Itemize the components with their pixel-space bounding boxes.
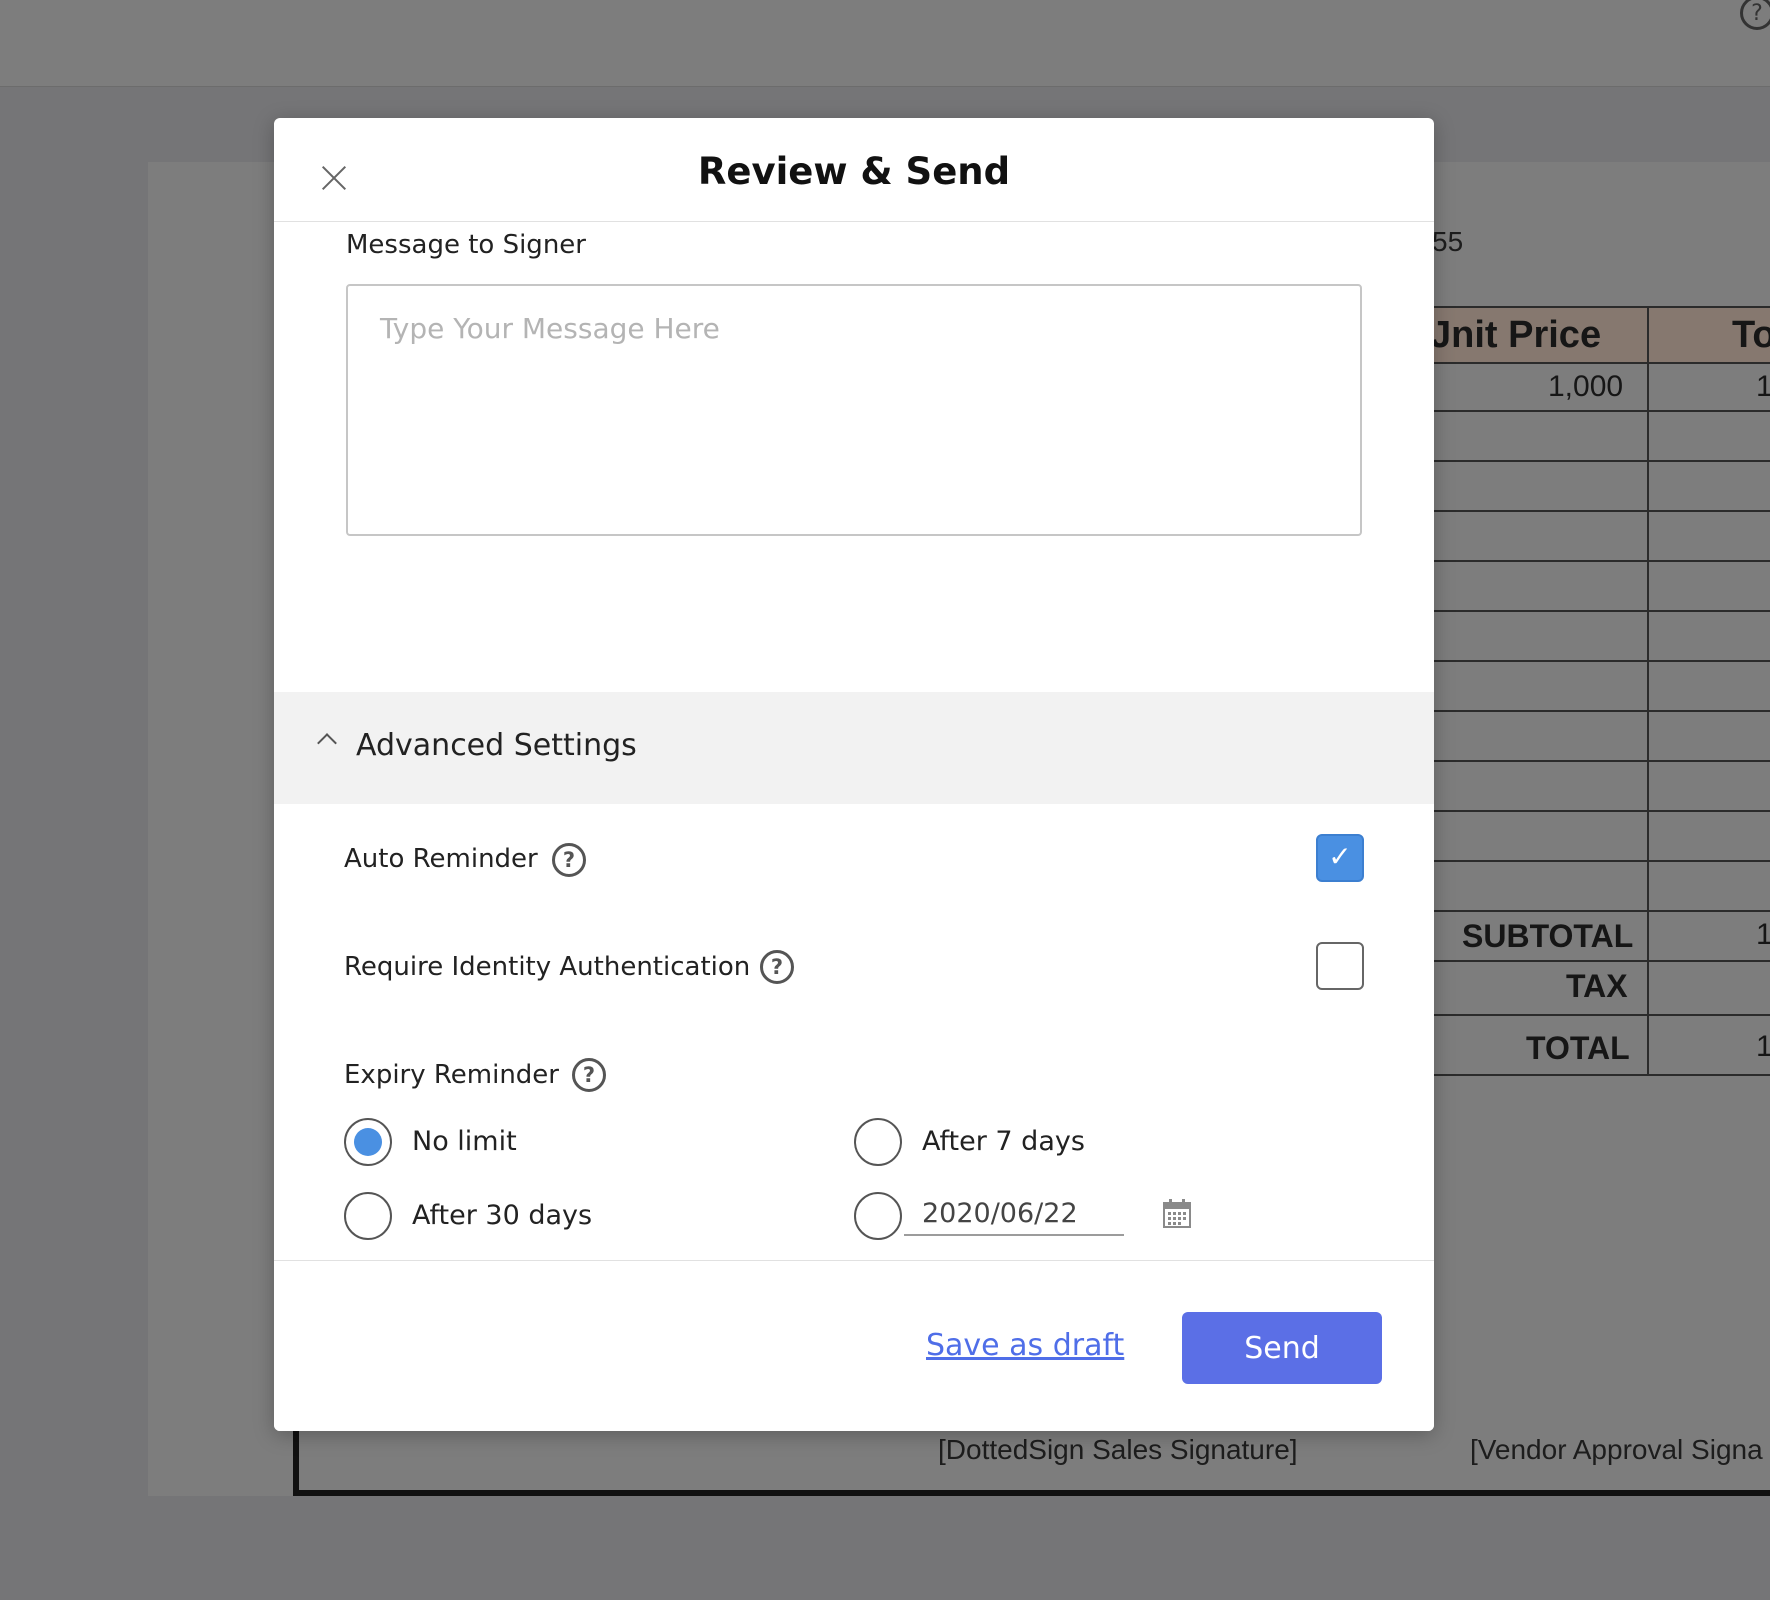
- review-send-dialog: Review & Send Message to Signer Advanced…: [274, 118, 1434, 1431]
- auto-reminder-help-icon[interactable]: ?: [552, 843, 586, 877]
- table-row-line: [1434, 710, 1770, 712]
- table-row-line: [1434, 362, 1770, 364]
- table-row-line: [1434, 460, 1770, 462]
- table-row-line: [1434, 306, 1770, 308]
- table-row-line: [1434, 410, 1770, 412]
- document-number-fragment: 55: [1432, 226, 1464, 257]
- message-label: Message to Signer: [346, 230, 586, 260]
- send-button[interactable]: Send: [1182, 1312, 1382, 1384]
- document-vendor-signature: [Vendor Approval Signa: [1470, 1434, 1763, 1465]
- document-subtotal-value: 1: [1756, 918, 1770, 951]
- identity-auth-label: Require Identity Authentication: [344, 952, 751, 982]
- expiry-option-7-days-label[interactable]: After 7 days: [922, 1126, 1085, 1157]
- document-total-label: TOTAL: [1526, 1030, 1630, 1066]
- table-row-line: [1434, 810, 1770, 812]
- document-total-value: 1: [1756, 1030, 1770, 1063]
- expiry-option-7-days-radio[interactable]: [854, 1118, 902, 1166]
- document-subtotal-label: SUBTOTAL: [1462, 918, 1634, 954]
- identity-auth-help-icon[interactable]: ?: [760, 950, 794, 984]
- dialog-title: Review & Send: [697, 150, 1011, 193]
- document-total-cell: 1: [1756, 370, 1770, 403]
- table-row-line: [1434, 560, 1770, 562]
- expiry-reminder-label: Expiry Reminder: [344, 1060, 559, 1090]
- table-row-line: [1434, 610, 1770, 612]
- message-input[interactable]: [346, 284, 1362, 536]
- expiry-option-no-limit-radio[interactable]: [344, 1118, 392, 1166]
- document-sales-signature: [DottedSign Sales Signature]: [938, 1434, 1298, 1465]
- identity-auth-checkbox[interactable]: [1316, 942, 1364, 990]
- chevron-up-icon: [317, 733, 337, 753]
- expiry-reminder-help-icon[interactable]: ?: [572, 1058, 606, 1092]
- expiry-date-input[interactable]: [904, 1192, 1124, 1236]
- expiry-option-no-limit-label[interactable]: No limit: [412, 1126, 517, 1157]
- table-row-line: [1434, 660, 1770, 662]
- table-row-line: [1434, 1014, 1770, 1016]
- expiry-option-30-days-radio[interactable]: [344, 1192, 392, 1240]
- advanced-settings-toggle[interactable]: Advanced Settings: [274, 692, 1434, 804]
- auto-reminder-label: Auto Reminder: [344, 844, 538, 874]
- dialog-header: Review & Send: [274, 118, 1434, 222]
- table-row-line: [1434, 860, 1770, 862]
- advanced-settings-label: Advanced Settings: [356, 728, 637, 763]
- document-header-unit-price: Jnit Price: [1430, 314, 1602, 356]
- help-icon[interactable]: ?: [1740, 0, 1770, 30]
- table-row-line: [1434, 760, 1770, 762]
- auto-reminder-checkbox[interactable]: ✓: [1316, 834, 1364, 882]
- table-row-line: [1434, 1074, 1770, 1076]
- table-row-line: [1434, 510, 1770, 512]
- save-as-draft-link[interactable]: Save as draft: [926, 1328, 1124, 1363]
- table-row-line: [1434, 910, 1770, 912]
- document-unit-price-cell: 1,000: [1548, 370, 1624, 403]
- expiry-option-custom-date-radio[interactable]: [854, 1192, 902, 1240]
- table-row-line: [1434, 960, 1770, 962]
- calendar-icon[interactable]: [1163, 1198, 1191, 1228]
- expiry-option-30-days-label[interactable]: After 30 days: [412, 1200, 592, 1231]
- document-tax-label: TAX: [1566, 968, 1628, 1004]
- top-bar: ?: [0, 0, 1770, 87]
- document-header-total: To: [1732, 314, 1770, 356]
